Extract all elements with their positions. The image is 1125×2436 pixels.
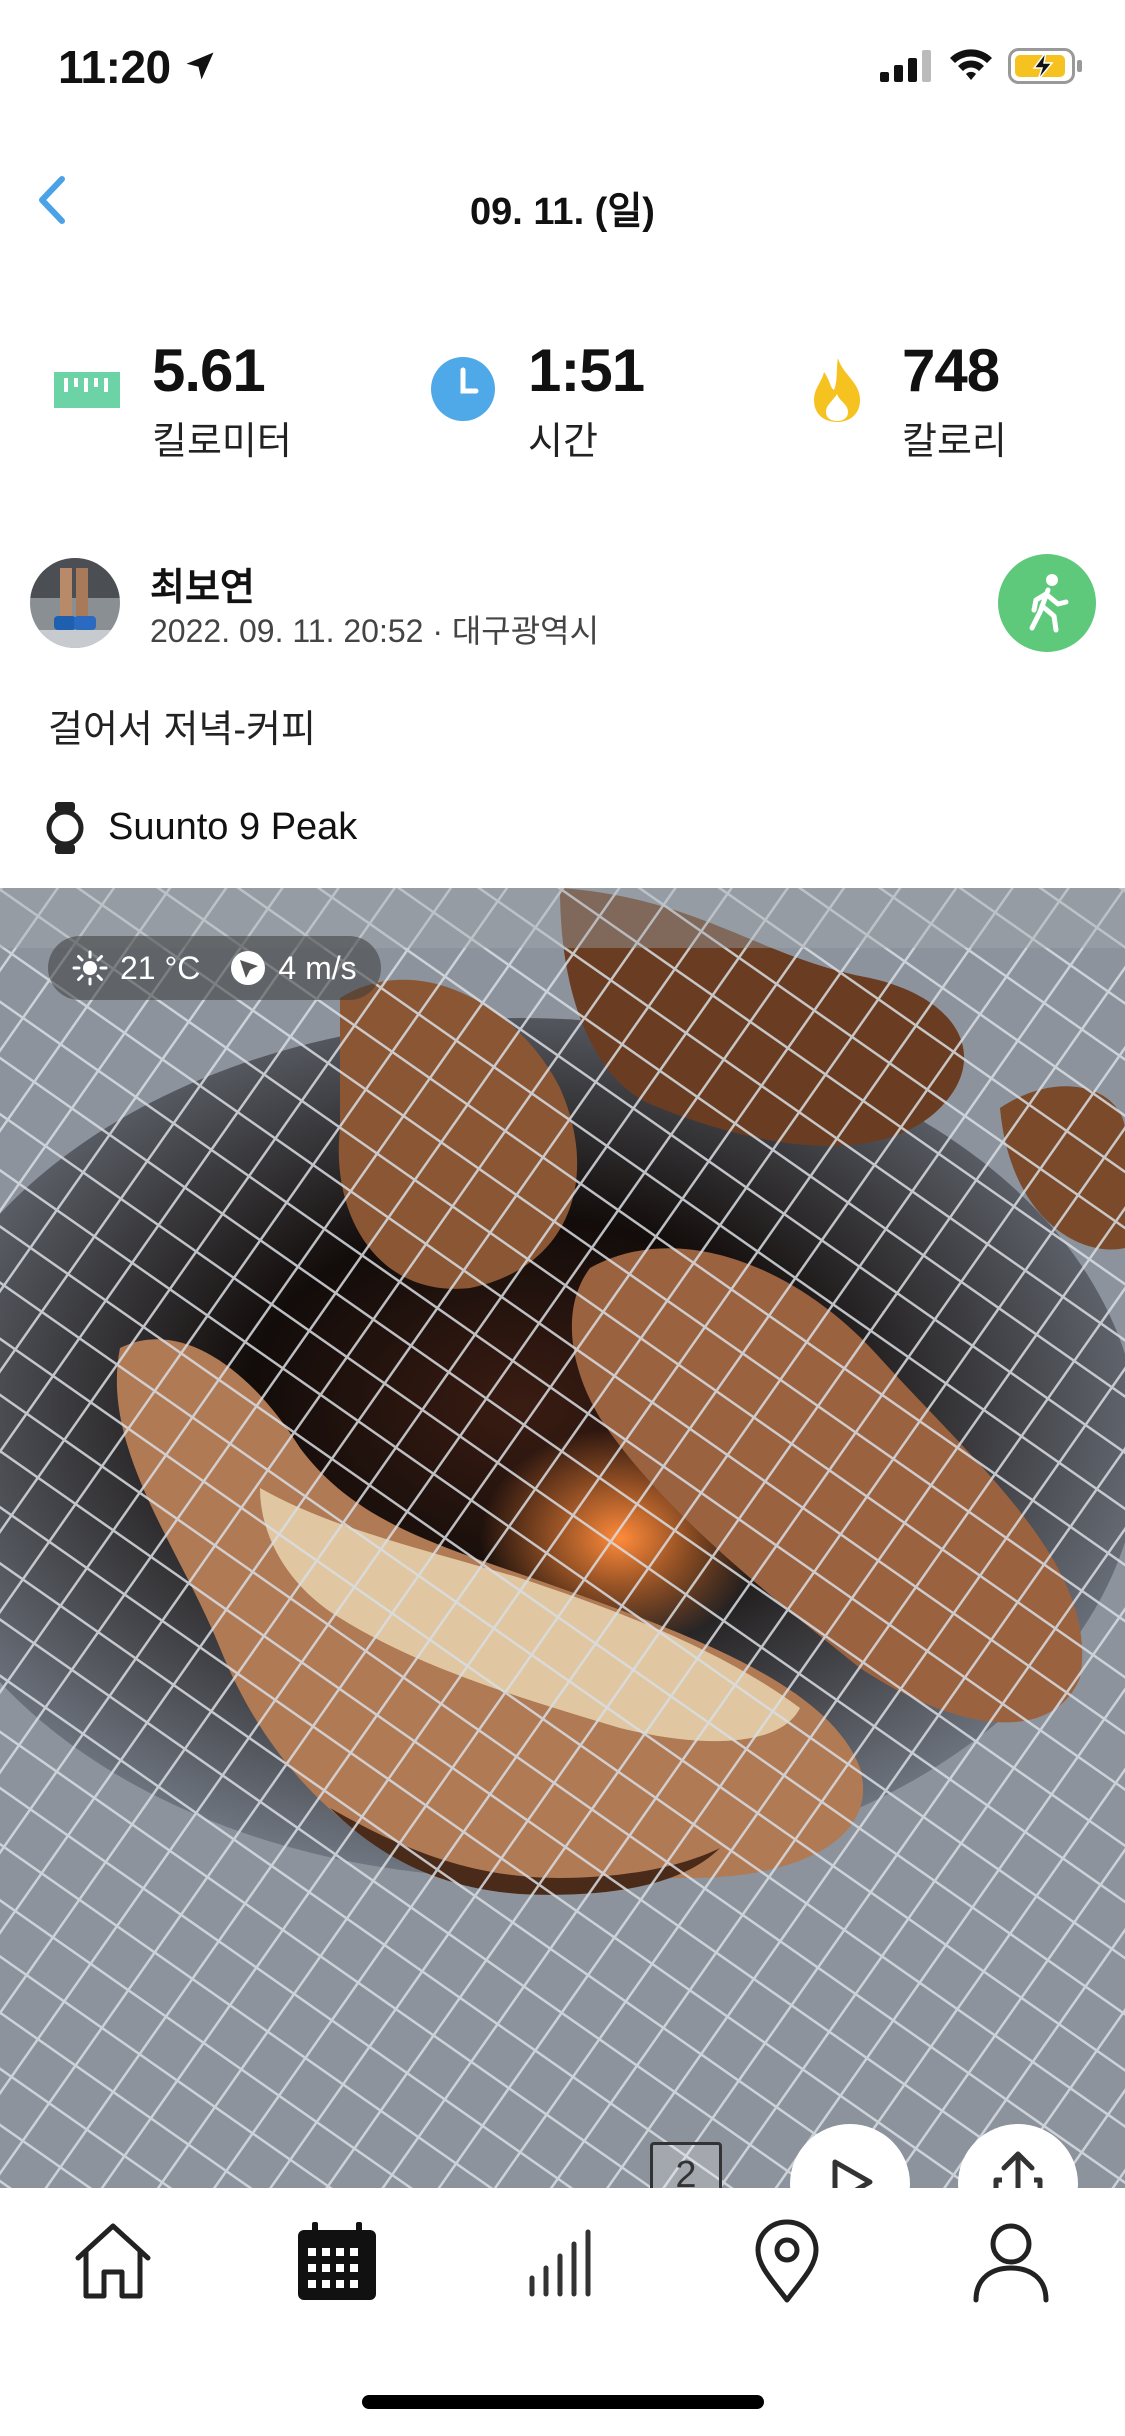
calories-value: 748 xyxy=(902,337,1000,404)
avatar-photo xyxy=(30,558,120,648)
tab-stats[interactable] xyxy=(518,2216,608,2306)
calendar-icon xyxy=(298,2222,376,2300)
tab-map[interactable] xyxy=(742,2216,832,2306)
avatar[interactable] xyxy=(30,558,120,648)
status-time: 11:20 xyxy=(58,41,171,93)
distance-label: 킬로미터 xyxy=(152,421,292,463)
map-pin-icon xyxy=(755,2219,819,2303)
flame-icon xyxy=(814,358,860,422)
distance-value: 5.61 xyxy=(152,337,266,404)
battery-charging-icon xyxy=(1008,48,1082,84)
bar-chart-icon xyxy=(529,2229,591,2297)
watch-icon xyxy=(46,802,84,854)
temperature-value: 21 °C xyxy=(120,949,201,986)
clock-icon xyxy=(431,357,495,421)
activity-photo[interactable] xyxy=(0,888,1125,2190)
wind-direction-icon xyxy=(231,951,266,985)
location-arrow-icon xyxy=(186,52,214,80)
page-title: 09. 11. (일) xyxy=(470,191,655,233)
activity-type-badge xyxy=(998,554,1096,652)
cellular-signal-icon xyxy=(880,50,931,82)
grilled-meat-photo xyxy=(0,888,1125,2190)
device-name: Suunto 9 Peak xyxy=(108,806,358,848)
home-icon xyxy=(75,2223,151,2299)
author-name[interactable]: 최보연 xyxy=(150,556,255,611)
sun-icon xyxy=(72,950,108,986)
calories-label: 칼로리 xyxy=(902,421,1007,463)
person-icon xyxy=(973,2223,1049,2303)
stat-calories: 748 칼로리 xyxy=(802,330,1102,470)
stat-duration: 1:51 시간 xyxy=(428,330,728,470)
walking-icon xyxy=(1029,574,1069,633)
activity-description: 걸어서 저녁-커피 xyxy=(48,709,316,751)
tab-home[interactable] xyxy=(68,2216,158,2306)
tab-calendar[interactable] xyxy=(292,2216,382,2306)
wind-value: 4 m/s xyxy=(278,949,357,986)
wifi-icon xyxy=(950,49,992,80)
status-bar: 11:20 xyxy=(0,0,1125,140)
duration-value: 1:51 xyxy=(528,337,645,404)
nav-header: 09. 11. (일) xyxy=(0,150,1125,250)
post-meta: 2022. 09. 11. 20:52 · 대구광역시 xyxy=(150,613,600,649)
ruler-icon xyxy=(54,372,120,408)
tab-profile[interactable] xyxy=(966,2216,1056,2306)
duration-label: 시간 xyxy=(528,421,598,463)
weather-pill: 21 °C 4 m/s xyxy=(48,936,381,1000)
home-indicator xyxy=(362,2395,764,2409)
stat-distance: 5.61 킬로미터 xyxy=(52,330,352,470)
